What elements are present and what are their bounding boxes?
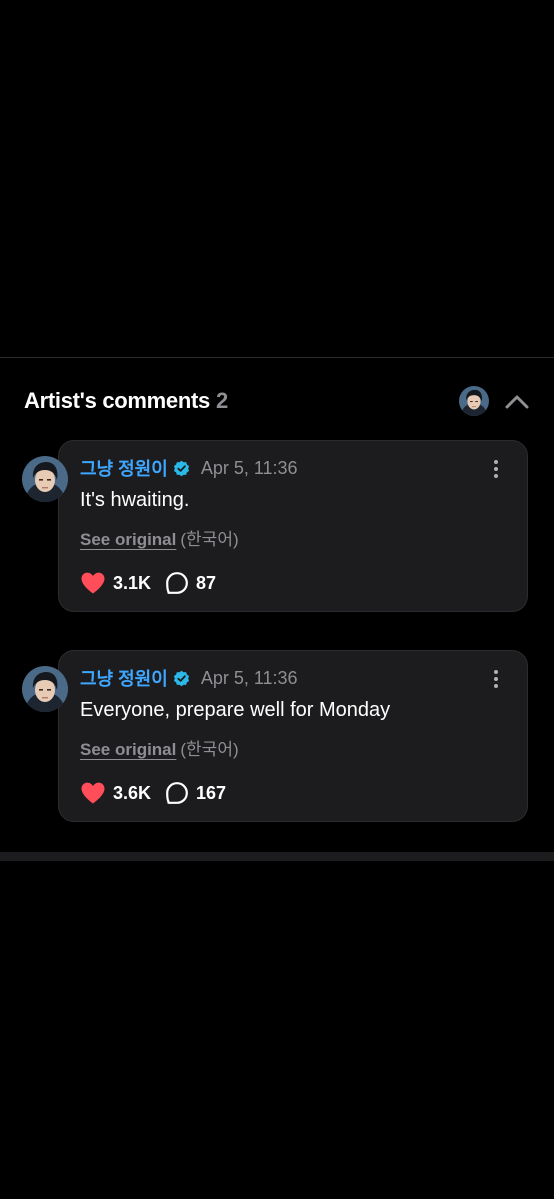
reply-count: 167 [196,782,227,803]
like-count: 3.6K [113,782,152,803]
original-language: (한국어) [180,740,239,759]
comment-timestamp: Apr 5, 11:36 [200,667,298,688]
comment-meta: 그냥 정원이 Apr 5, 11:36 [80,455,298,481]
comment-stats: 3.1K 87 [80,569,216,597]
reply-bubble-icon[interactable] [165,781,189,805]
comment-meta: 그냥 정원이 Apr 5, 11:36 [80,665,298,691]
see-original-row: See original (한국어) [80,735,239,760]
comment-card[interactable]: 그냥 정원이 Apr 5, 11:36 Everyone, prepare we… [58,650,528,822]
more-vertical-icon [494,670,498,688]
see-original-link[interactable]: See original [80,530,176,549]
original-language: (한국어) [180,530,239,549]
reply-count: 87 [196,572,217,593]
comment-timestamp: Apr 5, 11:36 [200,457,298,478]
author-name[interactable]: 그냥 정원이 [80,665,168,691]
comment-author-avatar[interactable] [22,666,68,712]
comment-text: Everyone, prepare well for Monday [80,699,391,721]
section-title: Artist's comments 2 [24,388,228,414]
see-original-row: See original (한국어) [80,525,239,550]
section-title-text: Artist's comments [24,388,210,413]
collapse-button[interactable] [502,388,532,416]
heart-icon[interactable] [80,781,106,805]
more-vertical-icon [494,460,498,478]
heart-icon[interactable] [80,571,106,595]
comment-author-avatar[interactable] [22,456,68,502]
more-options-button[interactable] [487,667,505,691]
section-divider [0,357,554,358]
chevron-up-icon [505,395,529,409]
verified-badge-icon [173,670,189,686]
comment-card[interactable]: 그냥 정원이 Apr 5, 11:36 It's hwaiting. See o… [58,440,528,612]
reply-bubble-icon[interactable] [165,571,189,595]
comment-count: 2 [215,388,228,413]
author-name[interactable]: 그냥 정원이 [80,455,168,481]
comment-text: It's hwaiting. [80,489,190,511]
comment-stats: 3.6K 167 [80,779,226,807]
artist-comments-header: Artist's comments 2 [0,382,554,422]
artist-avatar[interactable] [459,386,489,416]
see-original-link[interactable]: See original [80,740,176,759]
more-options-button[interactable] [487,457,505,481]
verified-badge-icon [173,460,189,476]
section-bottom-divider [0,852,554,861]
like-count: 3.1K [113,572,152,593]
